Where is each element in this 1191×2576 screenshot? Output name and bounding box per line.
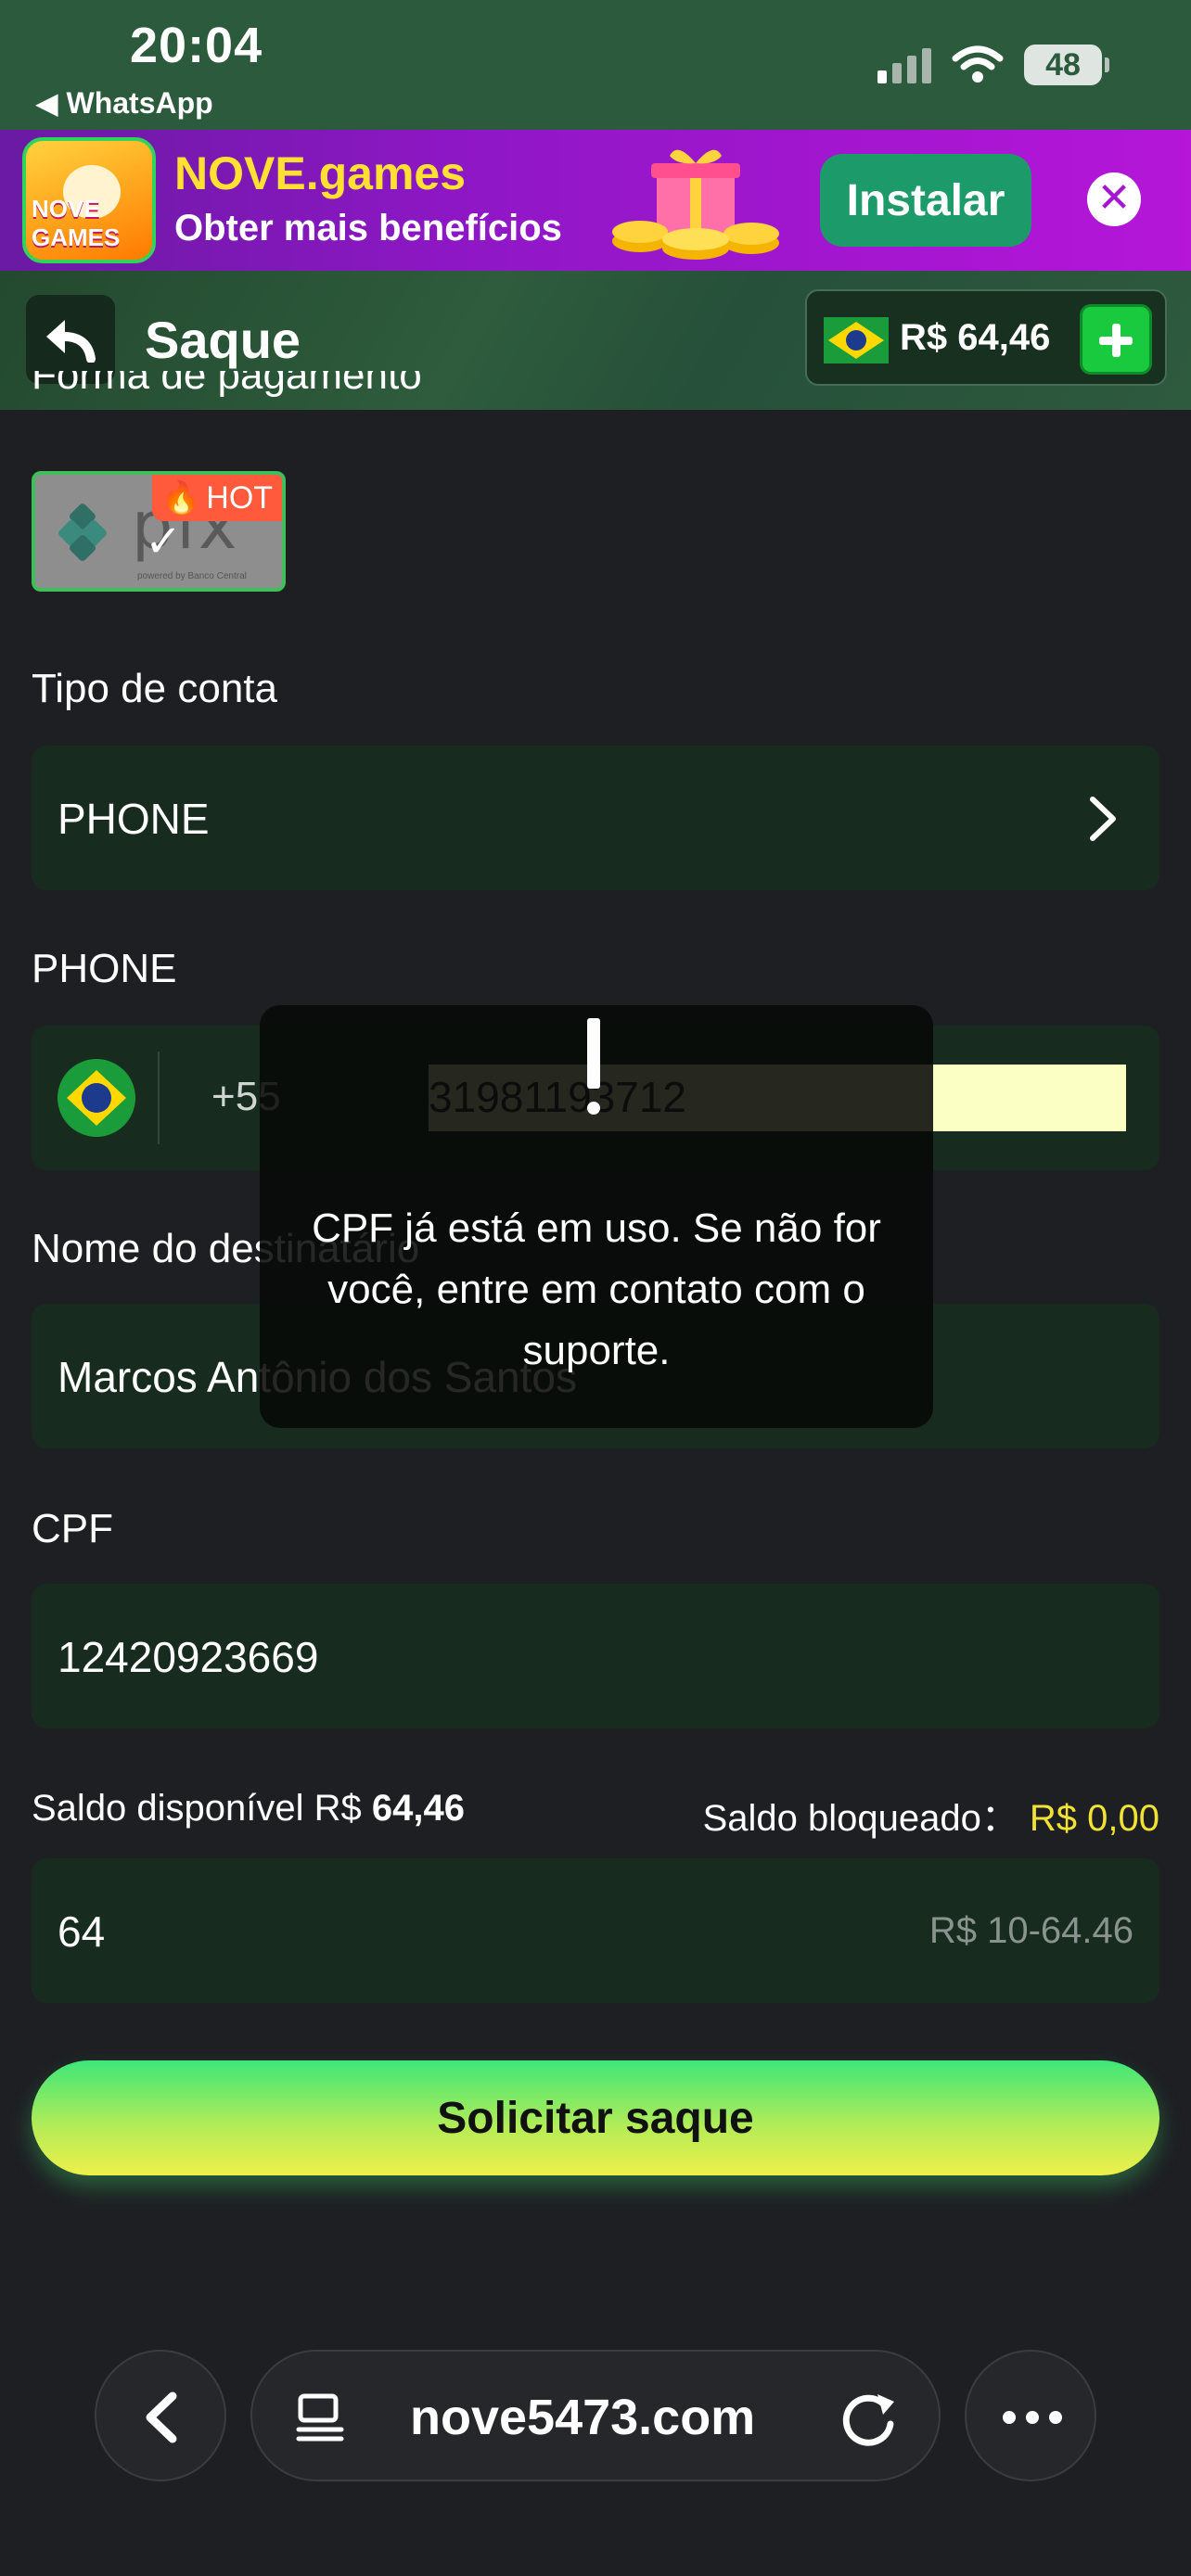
pix-powered-text: powered by Banco Central (137, 571, 247, 581)
toast-message: CPF já está em uso. Se não for você, ent… (312, 1205, 881, 1373)
amount-input[interactable]: 64 R$ 10-64.46 (32, 1858, 1159, 2003)
flame-icon: 🔥 (160, 480, 201, 516)
chevron-right-icon (1090, 797, 1116, 841)
account-type-select[interactable]: PHONE (32, 746, 1159, 890)
cpf-value: 12420923669 (58, 1633, 319, 1681)
promo-title: NOVE.games (174, 147, 467, 199)
phone-label: PHONE (32, 946, 177, 991)
divider (158, 1052, 160, 1144)
error-toast: CPF já está em uso. Se não for você, ent… (260, 1005, 933, 1428)
selected-check-icon: ✓ (145, 517, 183, 567)
page-title: Saque (145, 311, 301, 369)
hot-badge: 🔥 HOT (152, 475, 282, 521)
balance-info-row: Saldo disponível R$ 64,46 Saldo bloquead… (32, 1788, 1159, 1839)
gift-coins-icon (612, 149, 779, 260)
exclamation-icon (587, 1018, 600, 1120)
more-dots-icon (1003, 2411, 1062, 2424)
chevron-left-icon (146, 2391, 177, 2443)
address-bar[interactable]: nove5473.com (250, 2350, 941, 2481)
app-logo-text: NOVE GAMES (32, 195, 121, 251)
signal-icon (877, 46, 931, 83)
wifi-icon (952, 45, 1004, 83)
account-type-value: PHONE (58, 795, 210, 843)
url-text: nove5473.com (410, 2390, 756, 2445)
amount-value: 64 (58, 1907, 106, 1956)
balance-amount: R$ 64,46 (900, 317, 1051, 358)
status-time: 20:04 (130, 18, 263, 73)
back-to-app-link[interactable]: ◀ WhatsApp (35, 85, 213, 121)
request-withdrawal-button[interactable]: Solicitar saque (32, 2060, 1159, 2175)
cpf-input[interactable]: 12420923669 (32, 1584, 1159, 1728)
more-options-button[interactable] (965, 2350, 1096, 2481)
install-button[interactable]: Instalar (820, 154, 1031, 247)
battery-icon: 48 (1024, 45, 1109, 85)
reload-icon[interactable] (837, 2385, 902, 2450)
browser-back-button[interactable] (95, 2350, 226, 2481)
status-bar: 20:04 ◀ WhatsApp 48 (0, 0, 1191, 130)
blocked-balance: Saldo bloqueado： R$ 0,00 (702, 1798, 1159, 1839)
close-promo-icon[interactable]: ✕ (1087, 172, 1141, 226)
balance-display: R$ 64,46 (805, 289, 1167, 386)
page-menu-icon (296, 2393, 344, 2442)
account-type-label: Tipo de conta (32, 666, 277, 711)
brazil-flag-icon (824, 317, 889, 363)
brazil-flag-icon[interactable] (58, 1059, 135, 1137)
install-promo-banner: NOVE GAMES NOVE.games Obter mais benefíc… (0, 130, 1191, 271)
status-icons: 48 (877, 45, 1109, 85)
pix-logo-icon (58, 504, 107, 561)
app-logo: NOVE GAMES (22, 137, 156, 263)
available-balance: Saldo disponível R$ 64,46 (32, 1788, 466, 1829)
payment-method-label: Forma de pagamento (32, 371, 422, 398)
back-arrow-icon (46, 320, 96, 363)
promo-subtitle: Obter mais benefícios (174, 208, 562, 249)
deposit-plus-button[interactable] (1080, 304, 1152, 375)
amount-range-hint: R$ 10-64.46 (928, 1910, 1133, 1951)
cpf-label: CPF (32, 1506, 113, 1551)
pix-payment-option[interactable]: pix ✓ powered by Banco Central 🔥 HOT (32, 471, 286, 592)
